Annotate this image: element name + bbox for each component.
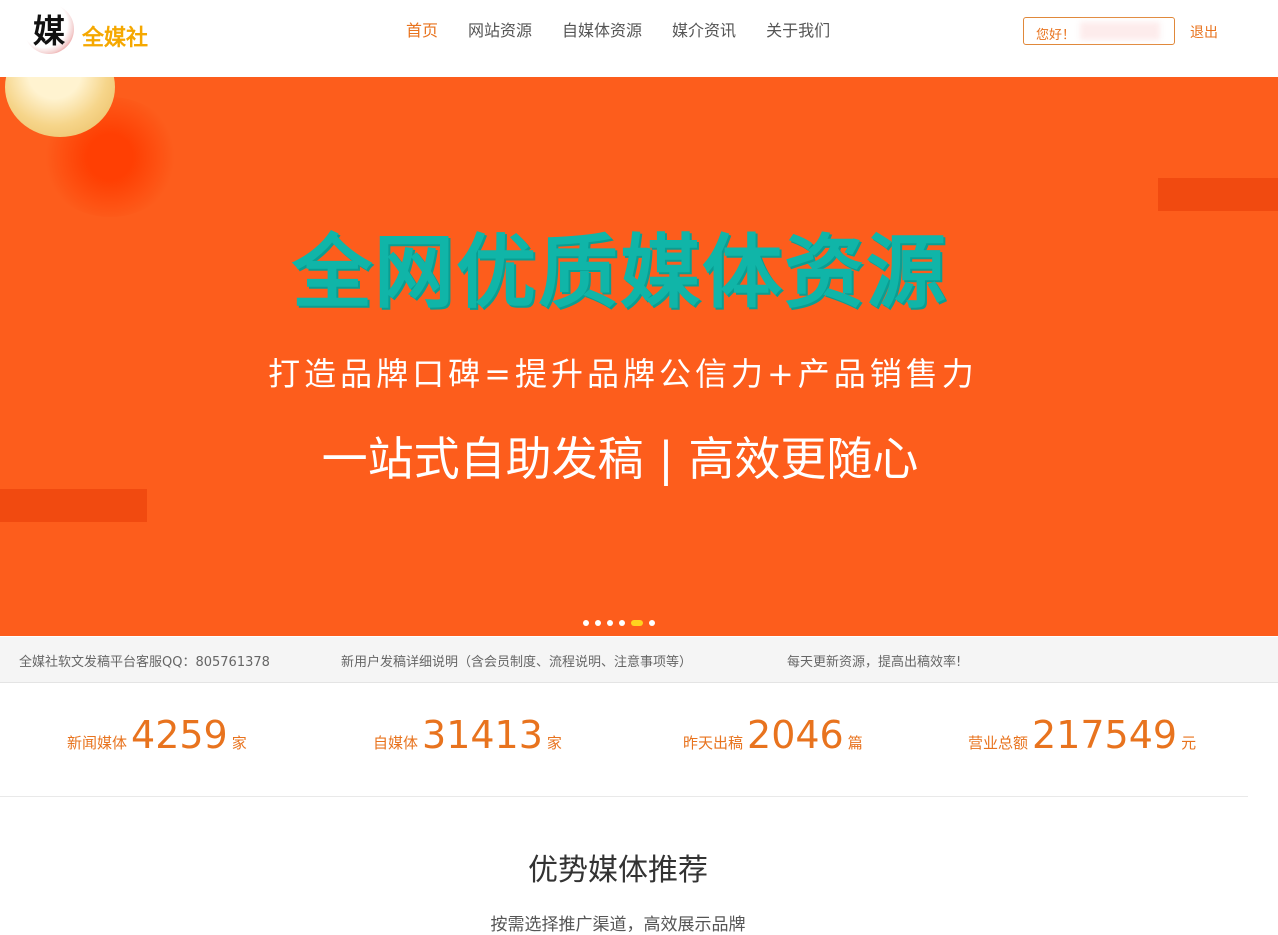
carousel-dots: [583, 620, 655, 626]
carousel-dot[interactable]: [619, 620, 625, 626]
stats-bar: 新闻媒体 4259 家 自媒体 31413 家 昨天出稿 2046 篇 营业总额 217549…: [0, 683, 1248, 797]
logout-link[interactable]: 退出: [1190, 22, 1218, 42]
decorative-bar-left: [0, 489, 147, 522]
main-nav: 首页 网站资源 自媒体资源 媒介资讯 关于我们: [406, 20, 860, 42]
stat-label: 营业总额: [968, 734, 1029, 752]
stat-unit: 元: [1181, 734, 1197, 752]
banner-title: 全网优质媒体资源: [292, 226, 948, 319]
site-header: 媒 全媒社 首页 网站资源 自媒体资源 媒介资讯 关于我们 您好！ 退出: [0, 0, 1278, 76]
stat-self-media: 自媒体 31413 家: [373, 713, 562, 757]
stat-value: 2046: [747, 713, 844, 757]
banner-slogan: 一站式自助发稿 | 高效更随心: [321, 432, 919, 486]
carousel-dot[interactable]: [583, 620, 589, 626]
carousel-dot[interactable]: [649, 620, 655, 626]
logo-badge-icon: 媒: [24, 4, 74, 54]
notice-daily-update[interactable]: 每天更新资源，提高出稿效率!: [787, 651, 961, 670]
carousel-dot[interactable]: [607, 620, 613, 626]
nav-about-us[interactable]: 关于我们: [766, 20, 830, 42]
greeting-label: 您好！: [1036, 28, 1076, 43]
stat-label: 新闻媒体: [67, 734, 128, 752]
nav-home[interactable]: 首页: [406, 20, 438, 42]
carousel-dot[interactable]: [595, 620, 601, 626]
banner-subtitle: 打造品牌口碑=提升品牌公信力+产品销售力: [268, 355, 978, 393]
nav-self-media-resources[interactable]: 自媒体资源: [562, 20, 642, 42]
stat-news-media: 新闻媒体 4259 家: [67, 713, 247, 757]
stat-yesterday-articles: 昨天出稿 2046 篇: [683, 713, 863, 757]
blurred-username: [1080, 22, 1160, 40]
carousel-dot-active[interactable]: [631, 620, 643, 626]
notice-new-user-guide[interactable]: 新用户发稿详细说明（含会员制度、流程说明、注意事项等）: [341, 651, 692, 670]
section-title: 优势媒体推荐: [528, 853, 708, 888]
notice-strip: 全媒社软文发稿平台客服QQ：805761378 新用户发稿详细说明（含会员制度、…: [0, 637, 1278, 683]
user-greeting[interactable]: 您好！: [1023, 17, 1175, 45]
stat-value: 217549: [1032, 713, 1178, 757]
stat-label: 昨天出稿: [683, 734, 744, 752]
stat-value: 31413: [422, 713, 543, 757]
decorative-bar-right: [1158, 178, 1278, 211]
site-logo[interactable]: 媒 全媒社: [22, 2, 162, 58]
stat-unit: 家: [231, 734, 247, 752]
logo-text: 全媒社: [82, 26, 149, 51]
nav-website-resources[interactable]: 网站资源: [468, 20, 532, 42]
stat-value: 4259: [131, 713, 228, 757]
notice-customer-service[interactable]: 全媒社软文发稿平台客服QQ：805761378: [19, 651, 270, 670]
section-subtitle: 按需选择推广渠道，高效展示品牌: [490, 915, 746, 935]
stat-unit: 篇: [847, 734, 863, 752]
nav-media-news[interactable]: 媒介资讯: [672, 20, 736, 42]
stat-label: 自媒体: [373, 734, 419, 752]
stat-unit: 家: [546, 734, 562, 752]
stat-total-revenue: 营业总额 217549 元: [968, 713, 1196, 757]
hero-banner[interactable]: 全网优质媒体资源 打造品牌口碑=提升品牌公信力+产品销售力 一站式自助发稿 | …: [0, 77, 1278, 636]
